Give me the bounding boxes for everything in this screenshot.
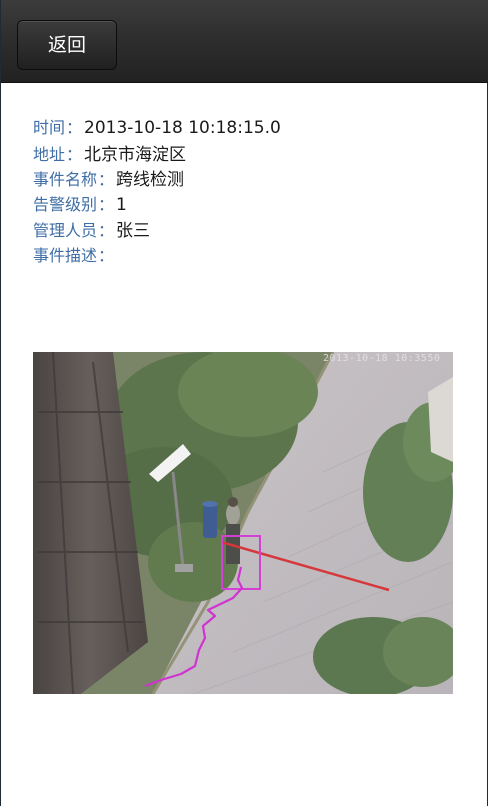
detail-row-event-name: 事件名称：跨线检测: [33, 165, 473, 191]
back-button[interactable]: 返回: [17, 20, 117, 70]
manager-value: 张三: [116, 221, 151, 241]
address-label: 地址: [33, 144, 66, 164]
address-value: 北京市海淀区: [84, 144, 187, 165]
event-name-value: 跨线检测: [116, 170, 185, 190]
manager-label: 管理人员: [33, 221, 98, 240]
event-details: 时间： 2013-10-18 10:18:15.0 地址：北京市海淀区 事件名称：…: [33, 114, 473, 267]
timestamp-overlay: 2013-10-18 10:3550: [323, 353, 441, 364]
colon: ：: [66, 118, 83, 137]
detail-row-time: 时间： 2013-10-18 10:18:15.0: [33, 114, 473, 140]
time-value: 2013-10-18 10:18:15.0: [84, 118, 281, 138]
description-label: 事件描述: [33, 245, 98, 265]
detail-row-manager: 管理人员：张三: [33, 216, 473, 242]
alert-level-label: 告警级别: [33, 194, 98, 214]
event-snapshot-image: [33, 352, 453, 694]
event-name-label: 事件名称: [33, 170, 98, 189]
colon: ：: [98, 221, 115, 240]
time-label: 时间: [33, 118, 66, 137]
surveillance-scene: [33, 352, 453, 694]
colon: ：: [66, 144, 83, 164]
colon: ：: [98, 245, 115, 265]
detail-row-address: 地址：北京市海淀区: [33, 140, 473, 166]
detail-row-description: 事件描述：: [33, 242, 473, 268]
app-window: 返回 时间： 2013-10-18 10:18:15.0 地址：北京市海淀区 事件…: [0, 0, 488, 806]
colon: ：: [98, 194, 115, 214]
detail-row-alert-level: 告警级别： 1: [33, 191, 473, 217]
title-bar: 返回: [1, 0, 488, 83]
colon: ：: [98, 170, 115, 189]
alert-level-value: 1: [116, 194, 127, 215]
